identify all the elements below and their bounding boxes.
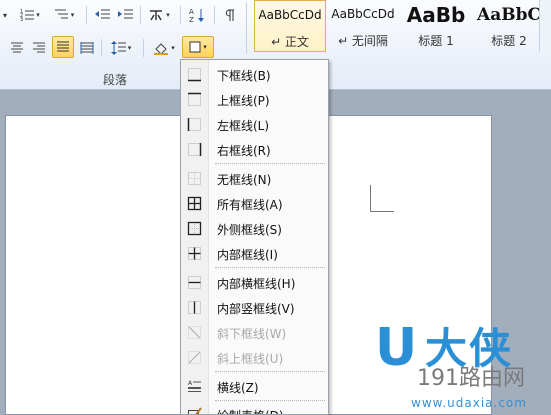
menu-separator [215,267,325,268]
no-border-icon [188,172,201,185]
style-no-spacing[interactable]: AaBbCcDd ↵ 无间隔 [327,0,399,52]
menu-item-horizontal-line[interactable]: A 横线(Z) [181,374,328,399]
styles-gallery-scroll[interactable] [539,0,551,52]
inside-vertical-border-icon [188,301,201,314]
menu-item-diagonal-down-border[interactable]: 斜下框线(W) [181,320,328,345]
right-border-icon [188,143,202,156]
style-normal[interactable]: AaBbCcDd ↵ 正文 [254,0,326,52]
inside-borders-icon [188,247,201,260]
draw-table-icon [188,407,202,414]
align-right-button[interactable] [30,37,48,59]
chinese-layout-icon [150,10,163,21]
decrease-indent-button[interactable] [92,4,112,26]
menu-item-draw-table[interactable]: 绘制表格(D) [181,402,328,414]
left-border-icon [187,118,201,131]
diagonal-up-border-icon [188,351,201,364]
menu-item-outside-borders[interactable]: 外侧框线(S) [181,216,328,241]
multilevel-list-button[interactable]: ▾ [50,4,78,26]
distributed-icon [80,42,94,54]
watermark-daxia: 大侠 [425,324,514,373]
page-corner-mark [370,185,394,212]
line-spacing-icon [110,41,126,55]
styles-gallery: AaBbCcDd ↵ 正文 AaBbCcDd ↵ 无间隔 AaBb 标题 1 A… [252,0,551,52]
numbering-icon: 123 [20,9,35,22]
menu-separator [215,163,325,164]
svg-text:Z: Z [189,16,194,23]
style-heading-2[interactable]: AaBbC 标题 2 [473,0,545,52]
sort-icon: AZ [189,8,204,23]
list-more-icon[interactable]: ▾ [0,4,10,26]
increase-indent-icon [117,9,133,19]
border-icon [189,41,201,53]
distributed-button[interactable] [78,37,96,59]
line-spacing-button[interactable]: ▾ [107,37,135,59]
svg-text:A: A [189,8,194,16]
increase-indent-button[interactable] [115,4,135,26]
paint-bucket-icon [154,43,169,55]
menu-item-left-border[interactable]: 左框线(L) [181,112,328,137]
watermark-u: U [375,318,418,378]
menu-item-diagonal-up-border[interactable]: 斜上框线(U) [181,345,328,370]
outside-borders-icon [187,221,202,236]
paragraph-mark-icon [225,9,234,21]
bottom-border-icon [188,68,201,82]
menu-separator [215,400,325,401]
justify-button[interactable] [52,36,74,58]
horizontal-line-icon: A [188,380,201,392]
diagonal-down-border-icon [188,326,201,339]
align-right-icon [33,42,45,53]
watermark-url: www.udaxia.com [411,396,527,410]
justify-icon [57,41,69,52]
chinese-layout-button[interactable]: ▾ [145,4,173,26]
align-center-icon [11,42,23,53]
show-marks-button[interactable] [219,4,239,26]
menu-item-inside-horizontal-border[interactable]: 内部横框线(H) [181,270,328,295]
menu-item-inside-vertical-border[interactable]: 内部竖框线(V) [181,295,328,320]
menu-separator [215,371,325,372]
menu-item-bottom-border[interactable]: 下框线(B) [181,62,328,87]
multilevel-list-icon [54,9,68,19]
top-border-icon [188,92,201,106]
style-heading-1[interactable]: AaBb 标题 1 [400,0,472,52]
shading-button[interactable]: ▾ [150,37,178,59]
svg-text:3: 3 [20,17,23,22]
menu-item-right-border[interactable]: 右框线(R) [181,137,328,162]
menu-item-all-borders[interactable]: 所有框线(A) [181,191,328,216]
watermark-site: 191路由网 [417,366,525,391]
all-borders-icon [187,196,202,211]
menu-item-inside-borders[interactable]: 内部框线(I) [181,241,328,266]
decrease-indent-icon [94,9,110,19]
borders-dropdown-menu: 下框线(B) 上框线(P) 左框线(L) 右框线(R) 无框线(N) 所有框线(… [180,59,329,415]
svg-text:A: A [188,380,193,387]
borders-button[interactable]: ▾ [182,36,214,58]
inside-horizontal-border-icon [188,276,201,289]
sort-button[interactable]: AZ [186,4,208,26]
numbering-button[interactable]: 1 2 3 ▾ [17,4,43,26]
menu-item-no-border[interactable]: 无框线(N) [181,166,328,191]
menu-item-top-border[interactable]: 上框线(P) [181,87,328,112]
align-center-button[interactable] [8,37,26,59]
